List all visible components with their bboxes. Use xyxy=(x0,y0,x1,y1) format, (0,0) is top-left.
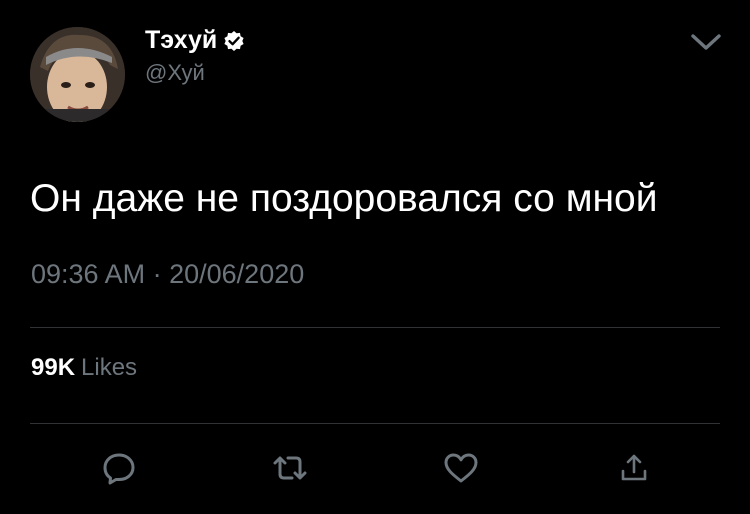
retweet-button[interactable] xyxy=(270,448,310,488)
divider xyxy=(30,327,720,328)
tweet-text: Он даже не поздоровался со мной xyxy=(30,177,658,220)
retweet-icon xyxy=(273,456,307,480)
display-name[interactable]: Тэхуй xyxy=(145,25,245,55)
tweet-time[interactable]: 09:36 AM xyxy=(31,259,145,289)
avatar-photo xyxy=(30,27,125,122)
user-handle[interactable]: @Хуй xyxy=(145,60,205,86)
like-button[interactable] xyxy=(441,448,481,488)
likes-count: 99K xyxy=(31,354,76,381)
more-options-button[interactable] xyxy=(688,28,724,56)
tweet-date[interactable]: 20/06/2020 xyxy=(169,259,304,289)
avatar[interactable] xyxy=(30,27,125,122)
display-name-text: Тэхуй xyxy=(145,26,218,54)
meta-separator: · xyxy=(152,259,162,289)
likes-label: Likes xyxy=(81,354,138,381)
divider xyxy=(30,423,720,424)
share-icon xyxy=(621,454,647,481)
reply-icon xyxy=(103,453,135,485)
reply-button[interactable] xyxy=(99,448,139,488)
likes-stat[interactable]: 99K Likes xyxy=(31,352,137,384)
tweet-timestamp: 09:36 AM · 20/06/2020 xyxy=(31,257,304,291)
share-button[interactable] xyxy=(614,448,654,488)
heart-icon xyxy=(444,453,478,483)
chevron-down-icon xyxy=(691,34,721,50)
verified-badge-icon xyxy=(223,29,245,51)
